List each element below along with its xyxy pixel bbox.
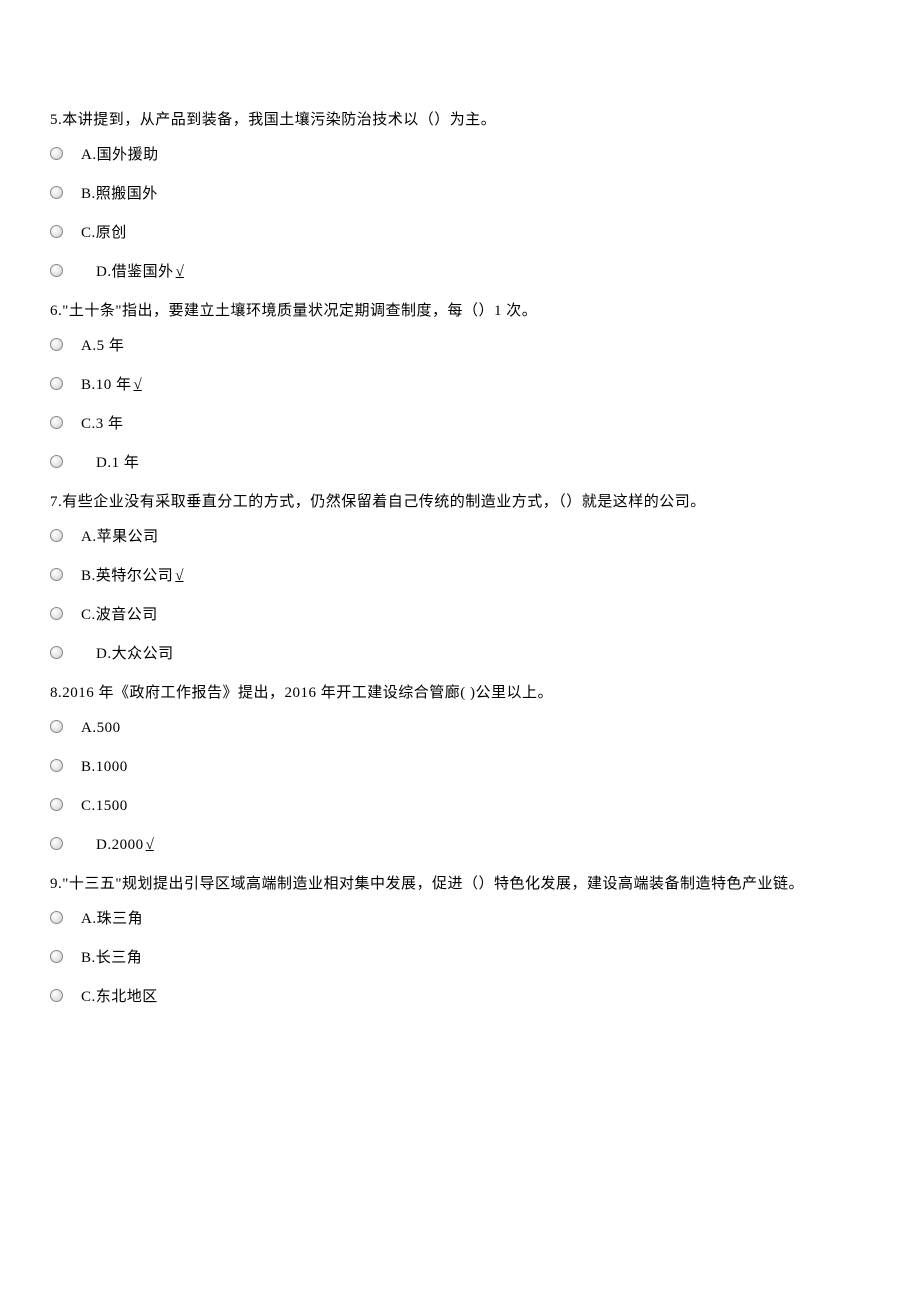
option-row[interactable]: D.1 年: [50, 453, 870, 474]
option-label: B.10 年: [81, 375, 132, 396]
option-label: D.大众公司: [81, 644, 174, 665]
option-row[interactable]: A.珠三角: [50, 909, 870, 930]
question-block: 7.有些企业没有采取垂直分工的方式，仍然保留着自己传统的制造业方式，（）就是这样…: [50, 492, 870, 665]
radio-icon[interactable]: [50, 377, 63, 390]
option-row[interactable]: A.500: [50, 718, 870, 739]
option-label: B.长三角: [81, 948, 142, 969]
question-block: 9."十三五"规划提出引导区域高端制造业相对集中发展，促进（）特色化发展，建设高…: [50, 874, 870, 1008]
option-row[interactable]: B.英特尔公司 √: [50, 566, 870, 587]
option-label: A.500: [81, 718, 121, 739]
option-label: A.苹果公司: [81, 527, 159, 548]
option-label: C.东北地区: [81, 987, 158, 1008]
option-row[interactable]: A.国外援助: [50, 145, 870, 166]
option-label: C.1500: [81, 796, 128, 817]
option-label: B.英特尔公司: [81, 566, 173, 587]
option-row[interactable]: B.10 年 √: [50, 375, 870, 396]
option-label: B.1000: [81, 757, 128, 778]
radio-icon[interactable]: [50, 147, 63, 160]
option-label: A.5 年: [81, 336, 124, 357]
radio-icon[interactable]: [50, 455, 63, 468]
check-mark-icon: √: [134, 375, 142, 396]
option-row[interactable]: A.苹果公司: [50, 527, 870, 548]
question-text: 8.2016 年《政府工作报告》提出，2016 年开工建设综合管廊( )公里以上…: [50, 683, 870, 704]
option-row[interactable]: B.长三角: [50, 948, 870, 969]
option-row[interactable]: B.1000: [50, 757, 870, 778]
option-label: C.波音公司: [81, 605, 158, 626]
option-row[interactable]: C.3 年: [50, 414, 870, 435]
option-row[interactable]: A.5 年: [50, 336, 870, 357]
option-label: C.原创: [81, 223, 127, 244]
check-mark-icon: √: [146, 835, 154, 856]
radio-icon[interactable]: [50, 225, 63, 238]
option-row[interactable]: D.2000 √: [50, 835, 870, 856]
option-row[interactable]: B.照搬国外: [50, 184, 870, 205]
radio-icon[interactable]: [50, 911, 63, 924]
radio-icon[interactable]: [50, 264, 63, 277]
option-label: C.3 年: [81, 414, 124, 435]
option-row[interactable]: C.1500: [50, 796, 870, 817]
radio-icon[interactable]: [50, 837, 63, 850]
option-row[interactable]: C.波音公司: [50, 605, 870, 626]
radio-icon[interactable]: [50, 989, 63, 1002]
option-label: D.借鉴国外: [81, 262, 174, 283]
question-text: 7.有些企业没有采取垂直分工的方式，仍然保留着自己传统的制造业方式，（）就是这样…: [50, 492, 870, 513]
radio-icon[interactable]: [50, 646, 63, 659]
option-label: A.珠三角: [81, 909, 143, 930]
radio-icon[interactable]: [50, 720, 63, 733]
option-row[interactable]: D.借鉴国外 √: [50, 262, 870, 283]
question-block: 5.本讲提到，从产品到装备，我国土壤污染防治技术以（）为主。 A.国外援助 B.照搬…: [50, 110, 870, 283]
radio-icon[interactable]: [50, 798, 63, 811]
question-block: 6."土十条"指出，要建立土壤环境质量状况定期调查制度，每（）1 次。 A.5 年…: [50, 301, 870, 474]
question-text: 6."土十条"指出，要建立土壤环境质量状况定期调查制度，每（）1 次。: [50, 301, 870, 322]
option-row[interactable]: C.东北地区: [50, 987, 870, 1008]
radio-icon[interactable]: [50, 568, 63, 581]
check-mark-icon: √: [175, 566, 183, 587]
radio-icon[interactable]: [50, 338, 63, 351]
radio-icon[interactable]: [50, 950, 63, 963]
radio-icon[interactable]: [50, 607, 63, 620]
radio-icon[interactable]: [50, 186, 63, 199]
question-text: 9."十三五"规划提出引导区域高端制造业相对集中发展，促进（）特色化发展，建设高…: [50, 874, 870, 895]
option-label: D.1 年: [81, 453, 139, 474]
question-block: 8.2016 年《政府工作报告》提出，2016 年开工建设综合管廊( )公里以上…: [50, 683, 870, 856]
option-label: B.照搬国外: [81, 184, 158, 205]
option-row[interactable]: C.原创: [50, 223, 870, 244]
option-label: A.国外援助: [81, 145, 159, 166]
question-text: 5.本讲提到，从产品到装备，我国土壤污染防治技术以（）为主。: [50, 110, 870, 131]
radio-icon[interactable]: [50, 529, 63, 542]
radio-icon[interactable]: [50, 416, 63, 429]
radio-icon[interactable]: [50, 759, 63, 772]
check-mark-icon: √: [176, 262, 184, 283]
option-row[interactable]: D.大众公司: [50, 644, 870, 665]
option-label: D.2000: [81, 835, 144, 856]
